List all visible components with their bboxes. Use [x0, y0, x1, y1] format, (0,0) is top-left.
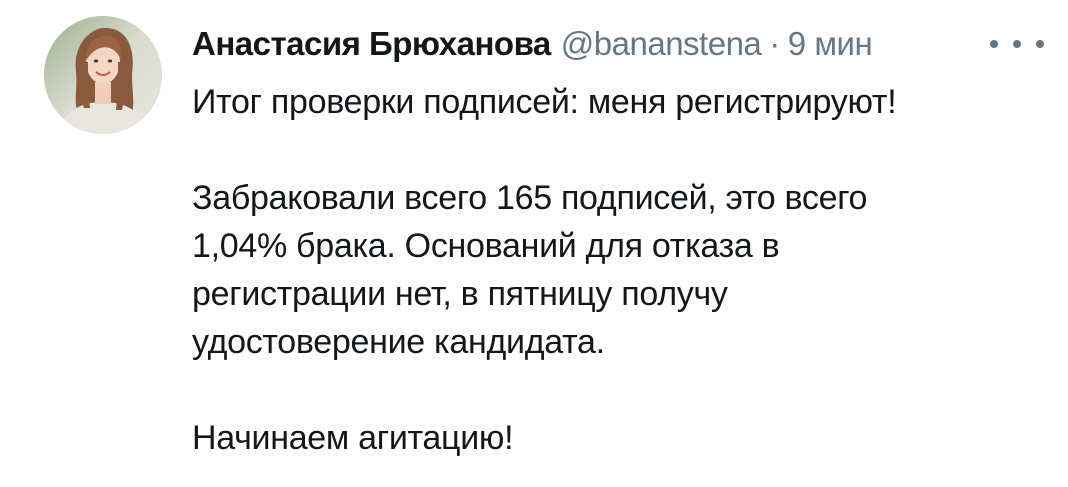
more-horizontal-icon	[1013, 40, 1021, 48]
author-handle[interactable]: @bananstena	[561, 25, 762, 63]
avatar[interactable]	[44, 16, 162, 134]
avatar-photo	[44, 16, 162, 134]
tweet-header: Анастасия Брюханова @bananstena · 9 мин	[192, 22, 873, 66]
tweet-line: Забраковали всего 165 подписей, это всег…	[192, 179, 868, 217]
header-separator: ·	[769, 25, 780, 62]
more-horizontal-icon	[990, 40, 998, 48]
tweet-timestamp[interactable]: 9 мин	[788, 25, 873, 63]
tweet-line: регистрации нет, в пятницу получу	[192, 275, 728, 313]
tweet-paragraph: Начинаем агитацию!	[192, 414, 1022, 462]
more-horizontal-icon	[1036, 40, 1044, 48]
tweet-line: 1,04% брака. Оснований для отказа в	[192, 227, 780, 265]
tweet-line: Начинаем агитацию!	[192, 419, 514, 457]
tweet: Анастасия Брюханова @bananstena · 9 мин …	[0, 0, 1068, 487]
author-name[interactable]: Анастасия Брюханова	[192, 25, 551, 63]
tweet-paragraph: Итог проверки подписей: меня регистрирую…	[192, 78, 1022, 126]
more-options-button[interactable]	[990, 24, 1044, 64]
tweet-text: Итог проверки подписей: меня регистрирую…	[192, 78, 1022, 462]
tweet-paragraph: Забраковали всего 165 подписей, это всег…	[192, 174, 1022, 366]
tweet-line: удостоверение кандидата.	[192, 323, 605, 361]
tweet-line: Итог проверки подписей: меня регистрирую…	[192, 83, 897, 121]
